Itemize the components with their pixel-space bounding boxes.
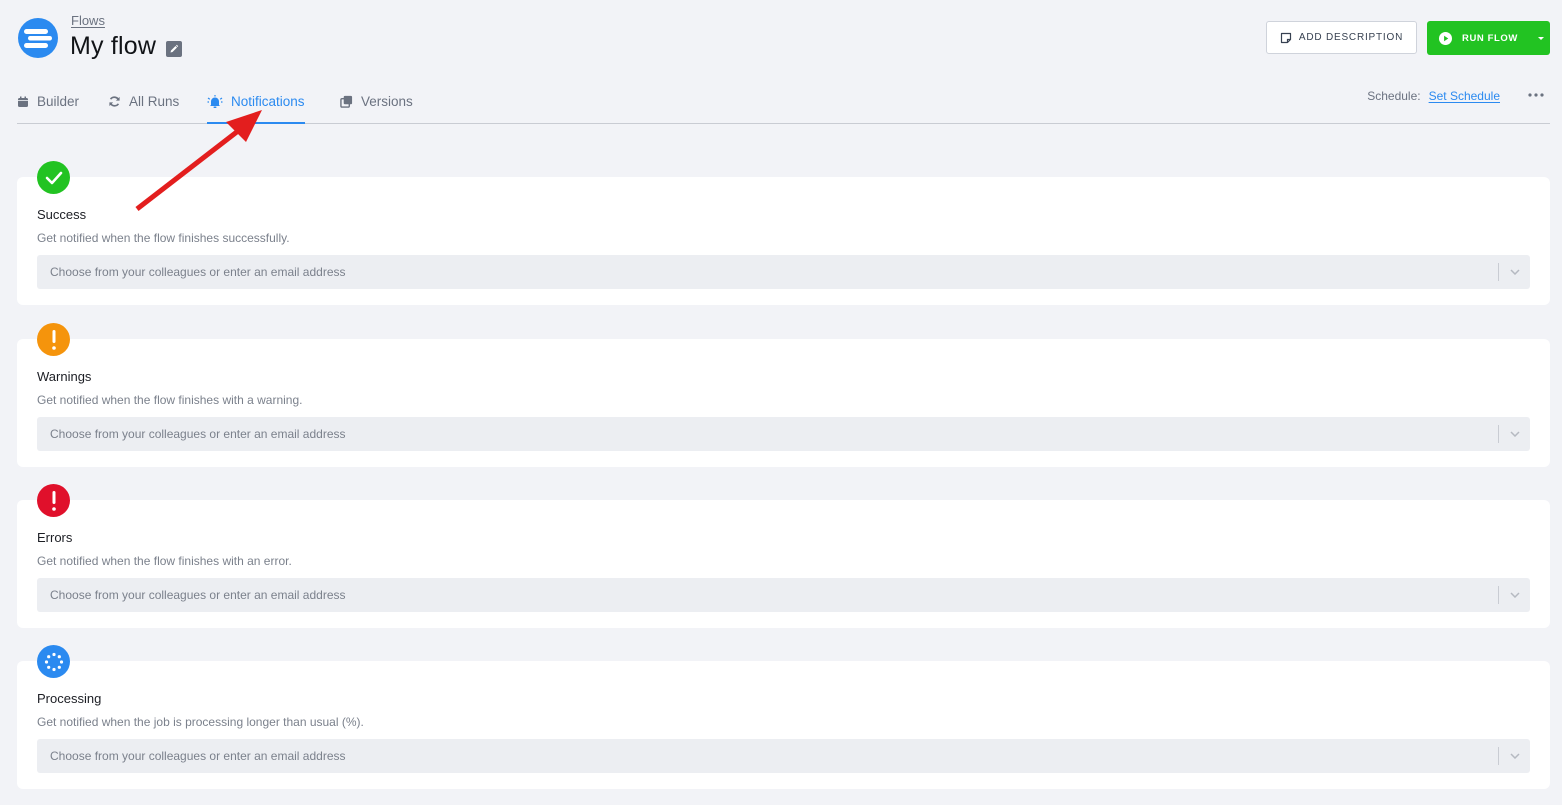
select-dropdown-toggle[interactable] [1499,255,1530,289]
bell-icon [207,94,223,108]
tab-bar: Builder All Runs Notifications Versions … [17,80,1550,124]
tab-builder[interactable]: Builder [17,80,79,123]
chevron-down-icon [1509,592,1520,598]
more-options-button[interactable] [1528,84,1544,102]
notification-card-success: Success Get notified when the flow finis… [17,161,1550,305]
card-description: Get notified when the job is processing … [37,715,364,729]
tab-all-runs-label: All Runs [129,94,180,109]
page-title: My flow [70,32,157,60]
set-schedule-link[interactable]: Set Schedule [1429,89,1500,103]
tab-versions-label: Versions [361,94,413,109]
notification-card-warnings: Warnings Get notified when the flow fini… [17,323,1550,467]
tab-all-runs[interactable]: All Runs [108,80,179,123]
refresh-icon [109,96,120,107]
card-description: Get notified when the flow finishes with… [37,554,292,568]
card-title: Warnings [37,369,92,384]
tab-builder-label: Builder [37,94,80,109]
schedule: Schedule: Set Schedule [1367,89,1500,103]
add-description-label: ADD DESCRIPTION [1298,32,1404,43]
tab-versions[interactable]: Versions [340,80,413,123]
schedule-label: Schedule: [1367,89,1421,103]
select-dropdown-toggle[interactable] [1499,578,1530,612]
run-flow-dropdown[interactable] [1531,21,1550,55]
ellipsis-icon [1528,93,1544,97]
chevron-down-icon [1509,753,1520,759]
tab-notifications[interactable]: Notifications [207,80,305,124]
chevron-down-icon [1509,269,1520,275]
select-placeholder: Choose from your colleagues or enter an … [50,749,346,763]
error-circle-icon [37,484,70,517]
edit-title-button[interactable] [166,40,183,57]
card-description: Get notified when the flow finishes succ… [37,231,290,245]
app-logo [18,18,58,58]
notification-card-errors: Errors Get notified when the flow finish… [17,484,1550,628]
spinner-circle-icon [37,645,70,678]
processing-recipients-select[interactable]: Choose from your colleagues or enter an … [37,739,1530,773]
errors-recipients-select[interactable]: Choose from your colleagues or enter an … [37,578,1530,612]
run-flow-main[interactable]: RUN FLOW [1427,21,1531,55]
check-circle-icon [37,161,70,194]
run-flow-label: RUN FLOW [1462,32,1518,44]
copy-icon [340,95,353,108]
notification-card-processing: Processing Get notified when the job is … [17,645,1550,789]
pencil-icon [170,44,179,52]
run-flow-button[interactable]: RUN FLOW [1427,21,1550,55]
warning-circle-icon [37,323,70,356]
card-title: Success [37,207,87,222]
select-placeholder: Choose from your colleagues or enter an … [50,588,346,602]
success-recipients-select[interactable]: Choose from your colleagues or enter an … [37,255,1530,289]
select-placeholder: Choose from your colleagues or enter an … [50,427,346,441]
add-description-button[interactable]: ADD DESCRIPTION [1266,21,1417,54]
breadcrumb-flows[interactable]: Flows [71,13,105,28]
tab-notifications-label: Notifications [231,94,305,109]
note-icon [1280,32,1291,43]
select-dropdown-toggle[interactable] [1499,739,1530,773]
play-circle-icon [1439,31,1452,45]
card-title: Processing [37,691,102,706]
select-placeholder: Choose from your colleagues or enter an … [50,265,346,279]
calendar-icon [18,96,28,107]
card-title: Errors [37,530,73,545]
caret-down-icon [1537,36,1544,40]
warnings-recipients-select[interactable]: Choose from your colleagues or enter an … [37,417,1530,451]
logo-icon [18,18,58,58]
chevron-down-icon [1509,431,1520,437]
select-dropdown-toggle[interactable] [1499,417,1530,451]
card-description: Get notified when the flow finishes with… [37,393,303,407]
title-row: My flow [70,32,183,61]
